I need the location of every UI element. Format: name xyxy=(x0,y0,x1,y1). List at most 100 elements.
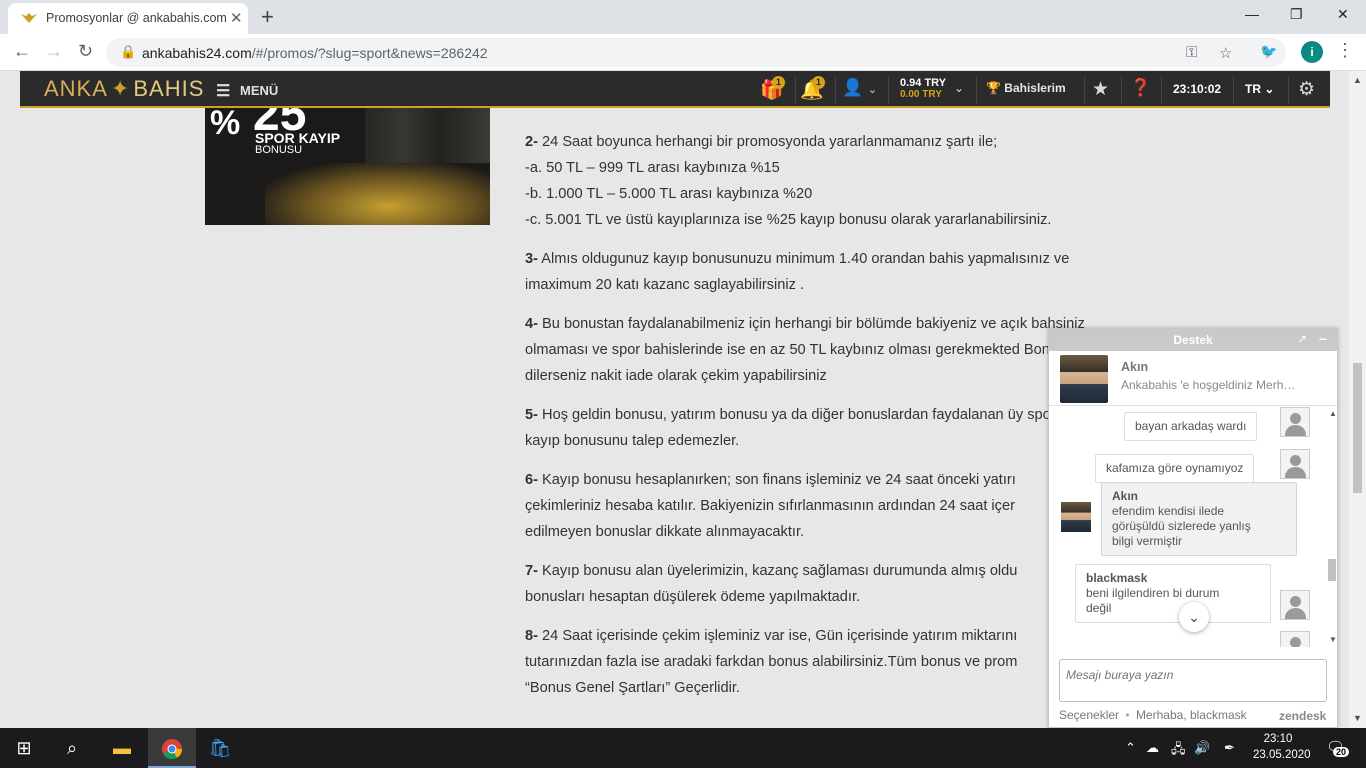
phoenix-logo-icon: ✦ xyxy=(110,76,131,101)
chat-message-input[interactable] xyxy=(1066,666,1316,684)
browser-tab[interactable]: Promosyonlar @ ankabahis.com ✕ xyxy=(8,3,248,34)
site-logo[interactable]: ANKA ✦ BAHIS xyxy=(44,76,204,102)
bell-badge: 1 xyxy=(812,76,825,89)
search-icon[interactable]: ⌕ xyxy=(48,728,96,768)
chat-scroll-up-arrow[interactable]: ▲ xyxy=(1329,409,1337,418)
article-paragraph: 6- Kayıp bonusu hesaplanırken; son finan… xyxy=(525,472,1016,540)
menu-button[interactable]: ☰ MENÜ xyxy=(216,81,278,101)
my-bets-button[interactable]: 🏆 Bahislerim xyxy=(986,81,1066,95)
volume-icon[interactable]: 🔊 xyxy=(1194,740,1210,756)
balance-chevron-icon[interactable]: ⌄ xyxy=(954,81,964,95)
banner-gold-smoke xyxy=(265,163,490,225)
chat-message-user: bayan arkadaş wardı xyxy=(1124,412,1258,441)
chat-title: Destek xyxy=(1173,333,1213,347)
twitter-extension-icon[interactable]: 🐦 xyxy=(1260,43,1277,60)
balance-display[interactable]: 0.94 TRY 0.00 TRY xyxy=(900,78,946,101)
reload-button[interactable]: ↻ xyxy=(78,41,93,62)
chat-scrollbar[interactable]: ▲ ▼ xyxy=(1327,407,1337,647)
agent-avatar xyxy=(1060,355,1108,403)
article-paragraph: 5- Hoş geldin bonusu, yatırım bonusu ya … xyxy=(525,407,1056,449)
agent-greeting: Ankabahis 'e hoşgeldiniz Merh… xyxy=(1121,378,1296,392)
favorites-star-icon[interactable]: ★ xyxy=(1092,78,1109,101)
chat-message-agent: Akın efendim kendisi ilede görüşüldü siz… xyxy=(1101,482,1297,556)
browser-toolbar: ← → ↻ 🔒 ankabahis24.com/#/promos/?slug=s… xyxy=(0,34,1366,71)
pen-icon[interactable]: ✒ xyxy=(1224,740,1235,756)
chrome-taskbar-icon[interactable] xyxy=(148,728,196,768)
new-tab-button[interactable]: + xyxy=(261,4,274,30)
nav-divider xyxy=(976,76,977,104)
language-selector[interactable]: TR ⌄ xyxy=(1245,82,1274,96)
url-text[interactable]: ankabahis24.com/#/promos/?slug=sport&new… xyxy=(142,45,488,61)
network-icon[interactable]: 🖧 xyxy=(1171,740,1186,762)
notification-center-icon[interactable]: 🗨20 xyxy=(1326,738,1350,757)
minimize-icon[interactable]: – xyxy=(1319,330,1327,346)
article-paragraph: 2- 24 Saat boyunca herhangi bir promosyo… xyxy=(525,134,998,150)
popout-icon[interactable]: ↗ xyxy=(1297,332,1307,346)
nav-divider xyxy=(1288,76,1289,104)
nav-divider xyxy=(1233,76,1234,104)
chat-input-box[interactable] xyxy=(1059,659,1327,702)
browser-menu-icon[interactable]: ⋮ xyxy=(1336,40,1354,61)
chat-scroll-down-arrow[interactable]: ▼ xyxy=(1329,635,1337,644)
scroll-up-arrow[interactable]: ▲ xyxy=(1353,75,1362,85)
window-close-button[interactable]: ✕ xyxy=(1337,6,1349,23)
chat-footer-separator: • xyxy=(1125,708,1130,722)
hamburger-icon: ☰ xyxy=(216,83,231,100)
tab-title: Promosyonlar @ ankabahis.com xyxy=(46,11,227,25)
browser-tab-strip: Promosyonlar @ ankabahis.com ✕ + — ❐ ✕ xyxy=(0,0,1366,34)
chat-footer: Seçenekler • Merhaba, blackmask zendesk xyxy=(1059,708,1334,724)
article-paragraph: 4- Bu bonustan faydalanabilmeniz için he… xyxy=(525,316,1090,384)
start-windows-icon[interactable]: ⊞ xyxy=(0,728,48,768)
site-clock: 23:10:02 xyxy=(1173,82,1222,96)
site-header: ANKA ✦ BAHIS ☰ MENÜ 🎁 1 🔔 1 👤 ⌄ 0.94 TRY 0.… xyxy=(20,71,1330,108)
user-avatar xyxy=(1280,631,1310,647)
scroll-thumb[interactable] xyxy=(1353,363,1362,493)
zendesk-brand[interactable]: zendesk xyxy=(1279,709,1326,723)
gift-badge: 1 xyxy=(772,76,785,89)
profile-avatar[interactable]: i xyxy=(1301,41,1323,63)
settings-gear-icon[interactable]: ⚙ xyxy=(1298,78,1315,101)
chat-header[interactable]: Destek ↗ – xyxy=(1049,329,1337,351)
onedrive-cloud-icon[interactable]: ☁ xyxy=(1146,740,1159,756)
chat-message-user: kafamıza göre oynamıyoz xyxy=(1095,454,1255,483)
user-avatar xyxy=(1280,407,1310,437)
chat-agent-bar: Akın Ankabahis 'e hoşgeldiniz Merh… xyxy=(1049,351,1337,406)
agent-name: Akın xyxy=(1121,360,1149,374)
user-avatar xyxy=(1280,449,1310,479)
file-explorer-icon[interactable]: ▬ xyxy=(98,728,146,768)
chat-message-user: blackmask beni ilgilendiren bi durum değ… xyxy=(1075,564,1271,623)
chat-options-link[interactable]: Seçenekler xyxy=(1059,708,1119,722)
help-icon[interactable]: ❓ xyxy=(1130,78,1151,98)
lock-icon: 🔒 xyxy=(120,44,137,59)
tray-chevron-icon[interactable]: ⌃ xyxy=(1125,740,1136,756)
nav-divider xyxy=(795,76,796,104)
page-scrollbar[interactable]: ▲ ▼ xyxy=(1349,71,1366,728)
store-icon[interactable]: 🛍 xyxy=(196,728,244,768)
chat-scroll-thumb[interactable] xyxy=(1328,559,1336,581)
site-favicon-icon xyxy=(21,13,37,23)
taskbar-clock[interactable]: 23:10 23.05.2020 xyxy=(1253,731,1311,763)
nav-divider xyxy=(1121,76,1122,104)
nav-divider xyxy=(835,76,836,104)
chat-footer-greeting: Merhaba, blackmask xyxy=(1135,708,1247,722)
bookmark-star-icon[interactable]: ☆ xyxy=(1219,44,1232,62)
promo-banner: % 25 SPOR KAYIP BONUSU xyxy=(205,108,490,225)
scroll-to-latest-button[interactable]: ⌄ xyxy=(1179,602,1209,632)
user-account-icon[interactable]: 👤 ⌄ xyxy=(842,78,877,98)
web-page: % 25 SPOR KAYIP BONUSU 2- 24 Saat boyunc… xyxy=(0,71,1366,728)
window-maximize-button[interactable]: ❐ xyxy=(1290,6,1303,23)
nav-divider xyxy=(888,76,889,104)
article-paragraph: -a. 50 TL – 999 TL arası kaybınıza %15 xyxy=(525,160,780,176)
key-icon[interactable]: ⚿ xyxy=(1186,44,1197,61)
window-minimize-button[interactable]: — xyxy=(1245,6,1259,22)
windows-taskbar: ⊞ ⌕ ▬ 🛍 ⌃ ☁ 🖧 🔊 ✒ 23:10 23.05.2020 🗨20 xyxy=(0,728,1366,768)
tab-close-icon[interactable]: ✕ xyxy=(230,9,243,27)
trophy-icon: 🏆 xyxy=(986,81,1001,95)
user-avatar xyxy=(1280,590,1310,620)
address-bar[interactable]: 🔒 ankabahis24.com/#/promos/?slug=sport&n… xyxy=(106,38,1286,67)
banner-subtitle: BONUSU xyxy=(255,144,303,156)
scroll-down-arrow[interactable]: ▼ xyxy=(1353,713,1362,723)
nav-divider xyxy=(1161,76,1162,104)
back-button[interactable]: ← xyxy=(13,41,31,62)
forward-button[interactable]: → xyxy=(45,41,63,62)
